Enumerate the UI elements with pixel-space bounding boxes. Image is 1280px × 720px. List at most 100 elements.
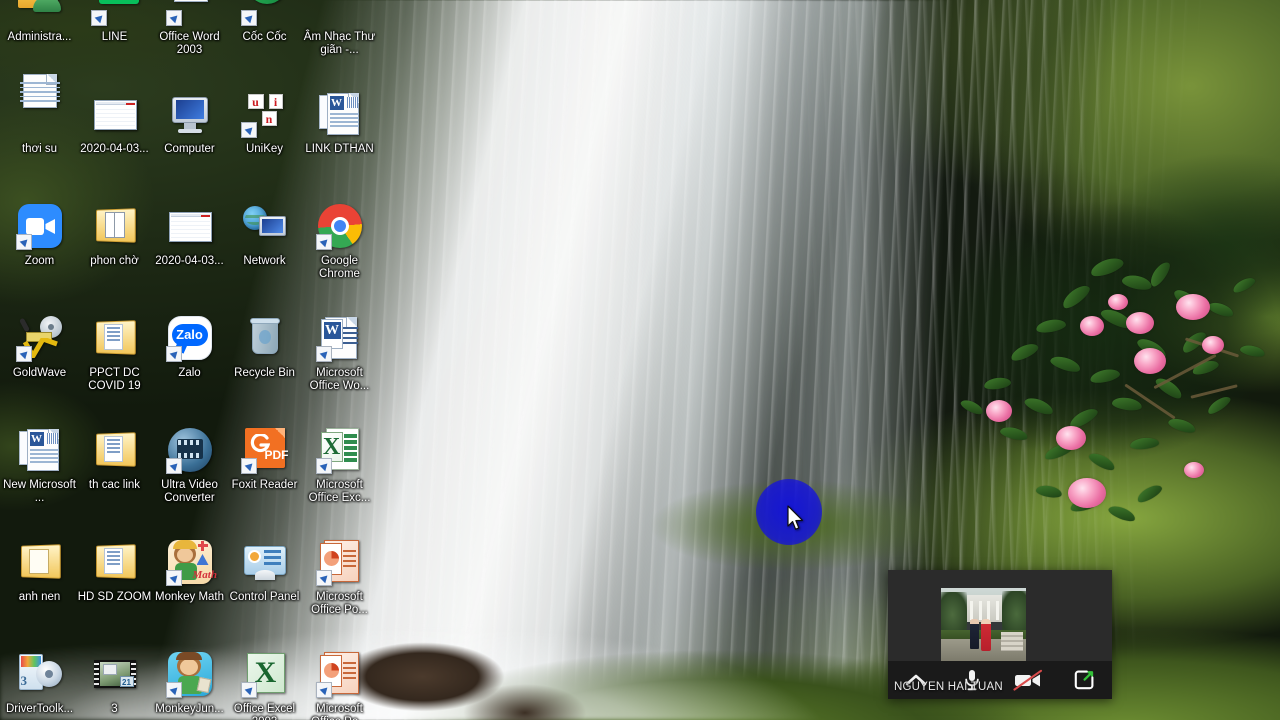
folder-open-icon[interactable] bbox=[91, 202, 139, 250]
desktop-icon[interactable]: 2020-04-03... bbox=[152, 196, 227, 308]
word-document-icon[interactable]: W bbox=[16, 426, 64, 474]
desktop-icon[interactable]: LINE bbox=[77, 0, 152, 84]
shortcut-arrow-icon bbox=[315, 346, 332, 362]
microphone-icon[interactable] bbox=[944, 661, 1000, 699]
ultra-video-converter-icon[interactable] bbox=[165, 426, 214, 474]
powerpoint-icon[interactable] bbox=[315, 538, 364, 586]
desktop-icon[interactable]: phon chờ bbox=[77, 196, 152, 308]
desktop-icon[interactable]: 21 3 bbox=[77, 644, 152, 720]
desktop-icon[interactable]: W Microsoft Office Wo... bbox=[302, 308, 377, 420]
rhododendron-flower bbox=[1108, 294, 1128, 310]
desktop-icon[interactable]: X Office Excel 2003 bbox=[227, 644, 302, 720]
zoom-app-icon[interactable] bbox=[15, 202, 64, 250]
rhododendron-leaf bbox=[1231, 274, 1257, 296]
desktop-icon[interactable]: thơi su bbox=[2, 74, 77, 196]
rhododendron-leaf bbox=[1089, 367, 1121, 385]
zalo-icon[interactable]: Zalo bbox=[165, 314, 214, 362]
wallpaper-rhododendron bbox=[940, 250, 1280, 570]
shortcut-arrow-icon bbox=[315, 234, 332, 250]
desktop-icon[interactable]: Cốc Cốc bbox=[227, 0, 302, 84]
mp3-file-icon[interactable]: MP3 bbox=[316, 0, 364, 26]
desktop-icon[interactable]: W LINK DTHAN bbox=[302, 84, 377, 196]
desktop-icon[interactable]: Recycle Bin bbox=[227, 308, 302, 420]
desktop-icon[interactable]: 2020-04-03... bbox=[77, 84, 152, 196]
rhododendron-leaf bbox=[1088, 254, 1126, 280]
line-app-icon[interactable] bbox=[90, 0, 139, 26]
desktop-icon[interactable]: W Office Word 2003 bbox=[152, 0, 227, 84]
word-icon[interactable]: W bbox=[315, 314, 364, 362]
foxit-reader-icon[interactable]: PDF bbox=[240, 426, 289, 474]
folder-open-icon[interactable] bbox=[91, 314, 139, 362]
desktop-icon[interactable]: PDF Foxit Reader bbox=[227, 420, 302, 532]
rhododendron-leaf bbox=[1206, 299, 1236, 320]
zoom-mini-video-panel[interactable]: NGUYEN HAI TUAN bbox=[888, 570, 1112, 699]
desktop-icon[interactable]: Network bbox=[227, 196, 302, 308]
rhododendron-flower bbox=[1056, 426, 1086, 450]
desktop-icon[interactable]: 3 DriverToolk... bbox=[2, 644, 77, 720]
share-screen-icon[interactable] bbox=[1056, 661, 1112, 699]
control-panel-icon[interactable] bbox=[241, 538, 289, 586]
rhododendron-leaf bbox=[1048, 353, 1083, 375]
desktop-icon-label: Zoom bbox=[24, 255, 55, 267]
word-document-icon[interactable]: W bbox=[316, 90, 364, 138]
word-2003-icon[interactable]: W bbox=[165, 0, 214, 26]
recycle-bin-icon[interactable] bbox=[241, 314, 289, 362]
rhododendron-leaf bbox=[1111, 395, 1143, 413]
desktop-icon[interactable]: Administra... bbox=[2, 0, 77, 84]
desktop-icon-label: PPCT DC COVID 19 bbox=[88, 367, 141, 392]
excel-icon[interactable]: X bbox=[315, 426, 364, 474]
shortcut-arrow-icon bbox=[165, 682, 182, 698]
folder-open-icon[interactable] bbox=[91, 426, 139, 474]
desktop-icon[interactable]: u i n UniKey bbox=[227, 84, 302, 196]
text-document-icon[interactable] bbox=[16, 74, 64, 138]
monkey-math-icon[interactable]: Math bbox=[165, 538, 217, 586]
shortcut-arrow-icon bbox=[165, 346, 182, 362]
unikey-icon[interactable]: u i n bbox=[240, 90, 289, 138]
desktop-icon[interactable]: X Microsoft Office Exc... bbox=[302, 420, 377, 532]
desktop-icon[interactable]: PPCT DC COVID 19 bbox=[77, 308, 152, 420]
desktop-icon[interactable]: GoldWave bbox=[2, 308, 77, 420]
desktop-icon-label: anh nen bbox=[18, 591, 61, 603]
rhododendron-leaf bbox=[1239, 343, 1266, 359]
network-icon[interactable] bbox=[241, 202, 289, 250]
desktop-icon[interactable]: Microsoft Office Po... bbox=[302, 644, 377, 720]
folder-open-icon[interactable] bbox=[16, 538, 64, 586]
shortcut-arrow-icon bbox=[165, 570, 182, 586]
desktop-icon[interactable]: anh nen bbox=[2, 532, 77, 644]
desktop[interactable]: Administra... LINE W Office Word 2003 Cố… bbox=[0, 0, 1280, 720]
desktop-icon[interactable]: Control Panel bbox=[227, 532, 302, 644]
monkey-junior-icon[interactable] bbox=[165, 650, 214, 698]
folder-open-icon[interactable] bbox=[91, 538, 139, 586]
desktop-icon[interactable]: MonkeyJun... bbox=[152, 644, 227, 720]
desktop-icon[interactable]: Math Monkey Math bbox=[152, 532, 227, 644]
desktop-icon-grid[interactable]: Administra... LINE W Office Word 2003 Cố… bbox=[0, 0, 377, 720]
zoom-control-toolbar[interactable] bbox=[888, 661, 1112, 699]
goldwave-icon[interactable] bbox=[15, 314, 64, 362]
spreadsheet-thumb-icon[interactable] bbox=[91, 90, 139, 138]
desktop-icon[interactable]: MP3 Âm Nhạc Thư giãn -... bbox=[302, 0, 377, 84]
desktop-icon-label: thơi su bbox=[21, 143, 58, 155]
desktop-icon[interactable]: Zoom bbox=[2, 196, 77, 308]
computer-icon[interactable] bbox=[166, 90, 214, 138]
shortcut-arrow-icon bbox=[15, 234, 32, 250]
rhododendron-flower bbox=[1202, 336, 1224, 354]
desktop-icon[interactable]: Ultra Video Converter bbox=[152, 420, 227, 532]
folder-user-icon[interactable] bbox=[16, 0, 64, 26]
desktop-icon[interactable]: Google Chrome bbox=[302, 196, 377, 308]
video-off-icon[interactable] bbox=[1000, 661, 1056, 699]
excel-2003-icon[interactable]: X bbox=[240, 650, 289, 698]
video-thumb-icon[interactable]: 21 bbox=[91, 650, 139, 698]
desktop-icon[interactable]: W New Microsoft ... bbox=[2, 420, 77, 532]
desktop-icon[interactable]: Computer bbox=[152, 84, 227, 196]
desktop-icon[interactable]: Zalo Zalo bbox=[152, 308, 227, 420]
desktop-icon[interactable]: Microsoft Office Po... bbox=[302, 532, 377, 644]
desktop-icon[interactable]: th cac link bbox=[77, 420, 152, 532]
chrome-icon[interactable] bbox=[315, 202, 364, 250]
chevron-up-icon[interactable] bbox=[888, 661, 944, 699]
powerpoint-icon[interactable] bbox=[315, 650, 364, 698]
spreadsheet-thumb-icon[interactable] bbox=[166, 202, 214, 250]
coccoc-browser-icon[interactable] bbox=[240, 0, 289, 26]
driver-toolkit-icon[interactable]: 3 bbox=[16, 650, 64, 698]
desktop-icon[interactable]: HD SD ZOOM bbox=[77, 532, 152, 644]
shortcut-arrow-icon bbox=[15, 346, 32, 362]
